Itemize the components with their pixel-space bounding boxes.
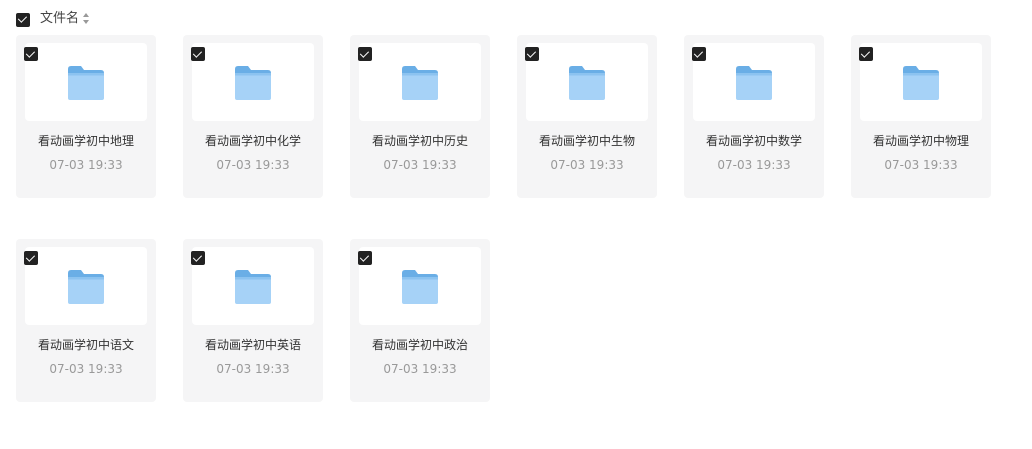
folder-name[interactable]: 看动画学初中英语 — [183, 337, 323, 353]
folder-card[interactable]: 看动画学初中语文 07-03 19:33 — [16, 239, 156, 402]
folder-icon — [68, 66, 104, 100]
folder-modified-time: 07-03 19:33 — [49, 362, 123, 376]
folder-modified-time: 07-03 19:33 — [550, 158, 624, 172]
folder-modified-time: 07-03 19:33 — [717, 158, 791, 172]
list-header: 文件名 — [16, 11, 91, 27]
folder-card[interactable]: 看动画学初中历史 07-03 19:33 — [350, 35, 490, 198]
folder-icon — [235, 66, 271, 100]
folder-thumbnail[interactable] — [192, 247, 314, 325]
folder-checkbox[interactable] — [24, 47, 38, 61]
folder-card[interactable]: 看动画学初中数学 07-03 19:33 — [684, 35, 824, 198]
folder-checkbox[interactable] — [692, 47, 706, 61]
folder-thumbnail[interactable] — [693, 43, 815, 121]
folder-icon — [402, 270, 438, 304]
folder-icon — [903, 66, 939, 100]
folder-thumbnail[interactable] — [25, 247, 147, 325]
select-all-checkbox[interactable] — [16, 12, 30, 27]
folder-card[interactable]: 看动画学初中化学 07-03 19:33 — [183, 35, 323, 198]
folder-thumbnail[interactable] — [25, 43, 147, 121]
folder-icon — [736, 66, 772, 100]
folder-card[interactable]: 看动画学初中物理 07-03 19:33 — [851, 35, 991, 198]
folder-modified-time: 07-03 19:33 — [383, 362, 457, 376]
folder-checkbox[interactable] — [191, 251, 205, 265]
folder-name[interactable]: 看动画学初中地理 — [16, 133, 156, 149]
folder-thumbnail[interactable] — [359, 43, 481, 121]
folder-checkbox[interactable] — [525, 47, 539, 61]
folder-name[interactable]: 看动画学初中生物 — [517, 133, 657, 149]
folder-thumbnail[interactable] — [359, 247, 481, 325]
folder-name[interactable]: 看动画学初中数学 — [684, 133, 824, 149]
folder-checkbox[interactable] — [191, 47, 205, 61]
folder-card[interactable]: 看动画学初中政治 07-03 19:33 — [350, 239, 490, 402]
folder-thumbnail[interactable] — [192, 43, 314, 121]
folder-thumbnail[interactable] — [526, 43, 648, 121]
folder-card[interactable]: 看动画学初中英语 07-03 19:33 — [183, 239, 323, 402]
filename-column-label[interactable]: 文件名 — [40, 11, 79, 27]
folder-checkbox[interactable] — [24, 251, 38, 265]
folder-name[interactable]: 看动画学初中语文 — [16, 337, 156, 353]
folder-modified-time: 07-03 19:33 — [216, 362, 290, 376]
folder-name[interactable]: 看动画学初中政治 — [350, 337, 490, 353]
folder-icon — [402, 66, 438, 100]
sort-icon[interactable] — [83, 13, 91, 25]
folder-grid: 看动画学初中地理 07-03 19:33 看动画学初中化学 07-03 19:3… — [16, 35, 996, 402]
folder-name[interactable]: 看动画学初中物理 — [851, 133, 991, 149]
folder-modified-time: 07-03 19:33 — [383, 158, 457, 172]
folder-icon — [68, 270, 104, 304]
folder-card[interactable]: 看动画学初中地理 07-03 19:33 — [16, 35, 156, 198]
folder-icon — [569, 66, 605, 100]
folder-name[interactable]: 看动画学初中化学 — [183, 133, 323, 149]
folder-modified-time: 07-03 19:33 — [216, 158, 290, 172]
folder-modified-time: 07-03 19:33 — [884, 158, 958, 172]
folder-modified-time: 07-03 19:33 — [49, 158, 123, 172]
folder-icon — [235, 270, 271, 304]
folder-name[interactable]: 看动画学初中历史 — [350, 133, 490, 149]
folder-checkbox[interactable] — [358, 251, 372, 265]
folder-card[interactable]: 看动画学初中生物 07-03 19:33 — [517, 35, 657, 198]
folder-thumbnail[interactable] — [860, 43, 982, 121]
folder-checkbox[interactable] — [859, 47, 873, 61]
folder-checkbox[interactable] — [358, 47, 372, 61]
